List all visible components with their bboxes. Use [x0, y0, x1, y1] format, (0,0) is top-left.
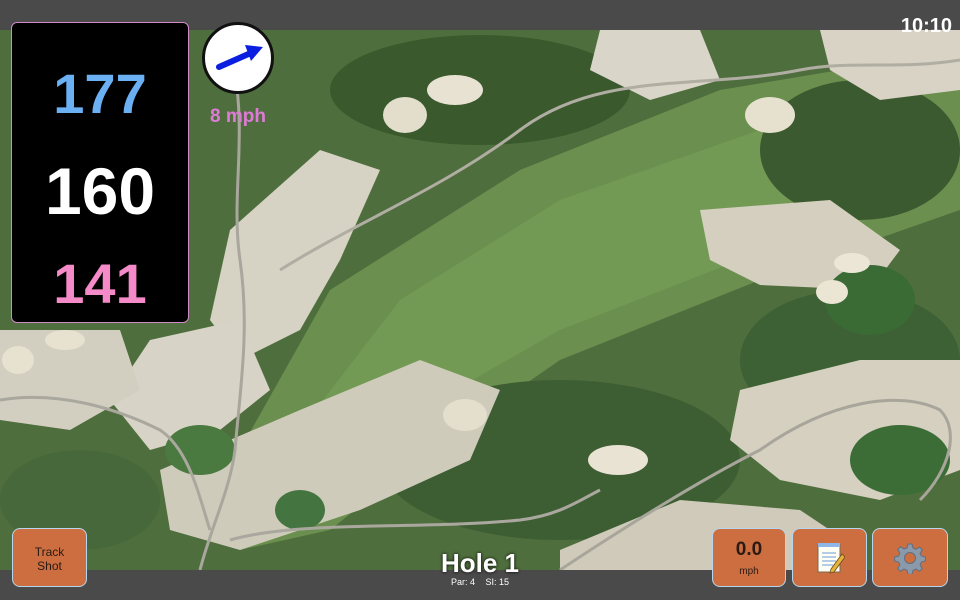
- wind-arrow-icon: [216, 45, 263, 70]
- track-shot-button[interactable]: Track Shot: [12, 528, 87, 587]
- front-distance: 141: [53, 252, 147, 315]
- hole-info: Par: 4 SI: 15: [380, 577, 580, 587]
- notepad-icon: [817, 543, 846, 574]
- hole-par: Par: 4: [450, 577, 475, 587]
- wind-speed-label: 8 mph: [210, 106, 266, 127]
- hole-stroke-index: SI: 15: [485, 577, 510, 587]
- wind-direction-dial[interactable]: [202, 22, 274, 94]
- distance-panel: 177 160 141: [11, 22, 189, 323]
- back-distance: 177: [53, 62, 147, 125]
- hole-title: Hole 1: [440, 548, 520, 578]
- wind-speed-unit: mph: [739, 566, 759, 577]
- gear-icon: [894, 543, 926, 575]
- notes-button[interactable]: [792, 528, 867, 587]
- status-clock: 10:10: [900, 15, 952, 37]
- track-shot-label: Track Shot: [34, 545, 65, 573]
- settings-button[interactable]: [872, 528, 948, 587]
- wind-speed-value: 0.0: [735, 539, 763, 560]
- wind-speed-button[interactable]: 0.0 mph: [712, 528, 786, 587]
- middle-distance: 160: [44, 154, 156, 228]
